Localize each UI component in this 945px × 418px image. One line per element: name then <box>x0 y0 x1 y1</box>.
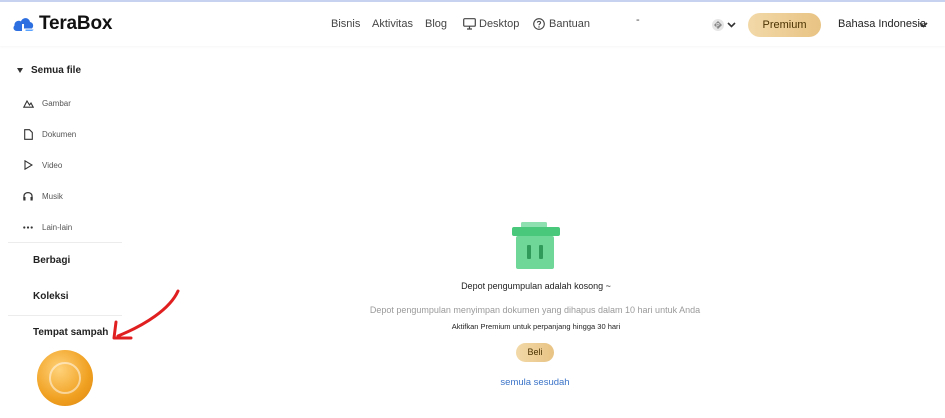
nav-bantuan[interactable]: Bantuan <box>549 18 590 30</box>
document-icon <box>22 128 34 140</box>
language-selector[interactable]: Bahasa Indonesia <box>838 18 926 30</box>
sidebar-item-berbagi[interactable]: Berbagi <box>33 255 70 266</box>
chevron-down-icon[interactable] <box>727 22 736 28</box>
caret-down-icon <box>17 68 23 73</box>
language-chevron-icon[interactable] <box>919 22 928 28</box>
nav-bisnis[interactable]: Bisnis <box>331 18 360 30</box>
logo-text: TeraBox <box>39 13 113 34</box>
sidebar-all-files-label: Semua file <box>31 65 82 76</box>
premium-button[interactable]: Premium <box>748 13 821 37</box>
sidebar-item-gambar[interactable]: Gambar <box>22 97 71 109</box>
cloud-logo-icon <box>13 18 34 31</box>
image-icon <box>22 97 34 109</box>
nav-aktivitas[interactable]: Aktivitas <box>372 18 413 30</box>
sidebar-item-video[interactable]: Video <box>22 159 62 171</box>
top-header: TeraBox Bisnis Aktivitas Blog Desktop Ba… <box>0 2 945 46</box>
terabox-logo[interactable]: TeraBox <box>12 13 112 35</box>
more-dots-icon <box>22 221 34 233</box>
sidebar-item-dokumen[interactable]: Dokumen <box>22 128 76 140</box>
sidebar-item-label: Musik <box>42 191 63 201</box>
help-icon <box>533 18 545 30</box>
header-dash-text: - <box>636 14 640 26</box>
buy-button[interactable]: Beli <box>516 343 554 362</box>
restore-link[interactable]: semula sesudah <box>435 377 635 388</box>
sidebar-item-koleksi[interactable]: Koleksi <box>33 291 69 302</box>
sidebar-item-musik[interactable]: Musik <box>22 190 63 202</box>
desktop-icon <box>463 18 476 30</box>
empty-state-description: Depot pengumpulan menyimpan dokumen yang… <box>369 305 701 315</box>
sidebar-item-label: Lain-lain <box>42 222 73 232</box>
nav-desktop[interactable]: Desktop <box>479 18 519 30</box>
svg-text:P: P <box>716 23 720 30</box>
sidebar-item-label: Dokumen <box>42 129 77 139</box>
sidebar-divider <box>8 242 122 243</box>
sidebar-item-tempat-sampah[interactable]: Tempat sampah <box>33 327 108 338</box>
sidebar-item-label: Video <box>42 160 63 170</box>
sidebar-item-label: Gambar <box>42 98 71 108</box>
empty-state-title: Depot pengumpulan adalah kosong ~ <box>461 281 611 291</box>
nav-blog[interactable]: Blog <box>425 18 447 30</box>
premium-extension-note: Aktifkan Premium untuk perpanjang hingga… <box>451 322 621 331</box>
coin-reward-icon[interactable] <box>37 350 93 406</box>
annotation-arrow-icon <box>112 289 180 340</box>
empty-trash-icon <box>512 222 560 269</box>
headphones-icon <box>22 190 34 202</box>
play-icon <box>22 159 34 171</box>
sidebar-all-files[interactable]: Semua file <box>17 65 81 76</box>
sidebar-item-lain-lain[interactable]: Lain-lain <box>22 221 72 233</box>
user-avatar-icon[interactable]: P <box>709 16 727 34</box>
